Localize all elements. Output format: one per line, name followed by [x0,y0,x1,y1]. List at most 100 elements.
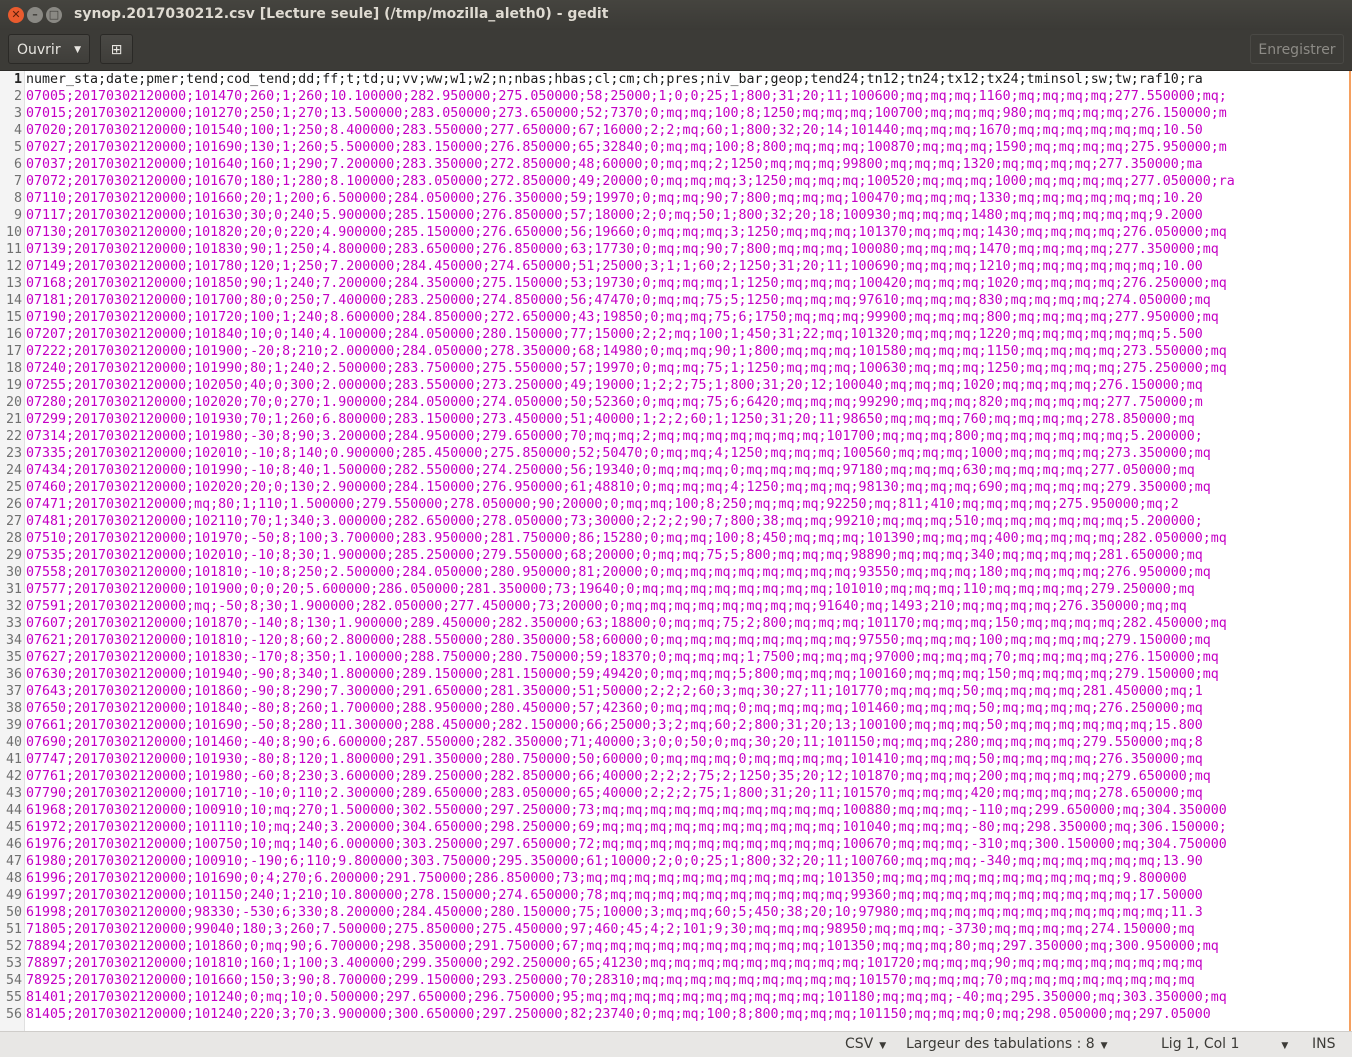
text-line[interactable]: 13 07168;20170302120000;101850;90;1;240;7… [0,275,1349,292]
text-line[interactable]: 26 07471;20170302120000;mq;80;1;110;1.500… [0,496,1349,513]
text-line[interactable]: 37 07643;20170302120000;101860;-90;8;290;… [0,683,1349,700]
line-text[interactable]: 07168;20170302120000;101850;90;1;240;7.2… [26,276,1227,291]
line-text[interactable]: 07027;20170302120000;101690;130;1;260;5.… [26,140,1227,155]
line-text[interactable]: 78925;20170302120000;101660;150;3;90;8.7… [26,973,1195,988]
text-line[interactable]: 8 07110;20170302120000;101660;20;1;200;6.… [0,190,1349,207]
open-button[interactable]: Ouvrir ▼ [8,34,90,64]
line-text[interactable]: 07280;20170302120000;102020;70;0;270;1.9… [26,395,1203,410]
line-text[interactable]: 07110;20170302120000;101660;20;1;200;6.5… [26,191,1203,206]
text-line[interactable]: 31 07577;20170302120000;101900;0;0;20;5.6… [0,581,1349,598]
text-line[interactable]: 15 07190;20170302120000;101720;100;1;240;… [0,309,1349,326]
text-line[interactable]: 16 07207;20170302120000;101840;10;0;140;4… [0,326,1349,343]
line-text[interactable]: 61996;20170302120000;101690;0;4;270;6.20… [26,871,1187,886]
line-text[interactable]: 07577;20170302120000;101900;0;0;20;5.600… [26,582,1195,597]
maximize-window-icon[interactable]: □ [46,7,62,23]
text-line[interactable]: 53 78897;20170302120000;101810;160;1;100;… [0,955,1349,972]
line-text[interactable]: 07627;20170302120000;101830;-170;8;350;1… [26,650,1219,665]
line-text[interactable]: 07558;20170302120000;101810;-10;8;250;2.… [26,565,1211,580]
line-text[interactable]: 07015;20170302120000;101270;250;1;270;13… [26,106,1227,121]
tab-width-selector[interactable]: Largeur des tabulations : 8 ▼ [906,1036,1108,1052]
line-text[interactable]: 07240;20170302120000;101990;80;1;240;2.5… [26,361,1227,376]
line-text[interactable]: 81401;20170302120000;101240;0;mq;10;0.50… [26,990,1227,1005]
text-line[interactable]: 43 07790;20170302120000;101710;-10;0;110;… [0,785,1349,802]
text-line[interactable]: 11 07139;20170302120000;101830;90;1;250;4… [0,241,1349,258]
line-text[interactable]: 61997;20170302120000;101150;240;1;210;10… [26,888,1203,903]
text-line[interactable]: 40 07690;20170302120000;101460;-40;8;90;6… [0,734,1349,751]
text-line[interactable]: 56 81405;20170302120000;101240;220;3;70;3… [0,1006,1349,1023]
text-view[interactable]: 1 numer_sta;date;pmer;tend;cod_tend;dd;ff… [0,71,1349,1023]
line-text[interactable]: 07255;20170302120000;102050;40;0;300;2.0… [26,378,1203,393]
line-text[interactable]: 07020;20170302120000;101540;100;1;250;8.… [26,123,1203,138]
text-line[interactable]: 5 07027;20170302120000;101690;130;1;260;5… [0,139,1349,156]
text-line[interactable]: 24 07434;20170302120000;101990;-10;8;40;1… [0,462,1349,479]
line-text[interactable]: 07747;20170302120000;101930;-80;8;120;1.… [26,752,1203,767]
line-text[interactable]: 07149;20170302120000;101780;120;1;250;7.… [26,259,1203,274]
text-line[interactable]: 18 07240;20170302120000;101990;80;1;240;2… [0,360,1349,377]
line-text[interactable]: 07130;20170302120000;101820;20;0;220;4.9… [26,225,1227,240]
text-line[interactable]: 29 07535;20170302120000;102010;-10;8;30;1… [0,547,1349,564]
text-line[interactable]: 36 07630;20170302120000;101940;-90;8;340;… [0,666,1349,683]
text-line[interactable]: 47 61980;20170302120000;100910;-190;6;110… [0,853,1349,870]
line-text[interactable]: 07761;20170302120000;101980;-60;8;230;3.… [26,769,1211,784]
text-line[interactable]: 41 07747;20170302120000;101930;-80;8;120;… [0,751,1349,768]
line-text[interactable]: 07117;20170302120000;101630;30;0;240;5.9… [26,208,1203,223]
line-text[interactable]: 07005;20170302120000;101470;260;1;260;10… [26,89,1227,104]
text-line[interactable]: 50 61998;20170302120000;98330;-530;6;330;… [0,904,1349,921]
line-text[interactable]: 61972;20170302120000;101110;10;mq;240;3.… [26,820,1227,835]
text-line[interactable]: 22 07314;20170302120000;101980;-30;8;90;3… [0,428,1349,445]
line-text[interactable]: 07335;20170302120000;102010;-10;8;140;0.… [26,446,1211,461]
line-text[interactable]: 07650;20170302120000;101840;-80;8;260;1.… [26,701,1203,716]
text-line[interactable]: 12 07149;20170302120000;101780;120;1;250;… [0,258,1349,275]
text-line[interactable]: 9 07117;20170302120000;101630;30;0;240;5.… [0,207,1349,224]
cursor-position-selector[interactable]: Lig 1, Col 1 ▼ [1161,1036,1288,1052]
text-line[interactable]: 19 07255;20170302120000;102050;40;0;300;2… [0,377,1349,394]
line-text[interactable]: 07661;20170302120000;101690;-50;8;280;11… [26,718,1203,733]
line-text[interactable]: 07607;20170302120000;101870;-140;8;130;1… [26,616,1227,631]
line-text[interactable]: 71805;20170302120000;99040;180;3;260;7.5… [26,922,1195,937]
line-text[interactable]: 07434;20170302120000;101990;-10;8;40;1.5… [26,463,1195,478]
text-editor[interactable]: 1 numer_sta;date;pmer;tend;cod_tend;dd;ff… [0,71,1352,1031]
text-line[interactable]: 21 07299;20170302120000;101930;70;1;260;6… [0,411,1349,428]
text-line[interactable]: 38 07650;20170302120000;101840;-80;8;260;… [0,700,1349,717]
text-line[interactable]: 20 07280;20170302120000;102020;70;0;270;1… [0,394,1349,411]
text-line[interactable]: 6 07037;20170302120000;101640;160;1;290;7… [0,156,1349,173]
text-line[interactable]: 14 07181;20170302120000;101700;80;0;250;7… [0,292,1349,309]
line-text[interactable]: 07314;20170302120000;101980;-30;8;90;3.2… [26,429,1203,444]
line-text[interactable]: 07790;20170302120000;101710;-10;0;110;2.… [26,786,1203,801]
text-line[interactable]: 34 07621;20170302120000;101810;-120;8;60;… [0,632,1349,649]
new-document-button[interactable]: ⊞ [100,34,133,64]
line-text[interactable]: 07643;20170302120000;101860;-90;8;290;7.… [26,684,1203,699]
line-text[interactable]: 07181;20170302120000;101700;80;0;250;7.4… [26,293,1211,308]
line-text[interactable]: 78897;20170302120000;101810;160;1;100;3.… [26,956,1203,971]
minimize-window-icon[interactable]: – [27,7,43,23]
text-line[interactable]: 48 61996;20170302120000;101690;0;4;270;6.… [0,870,1349,887]
text-line[interactable]: 17 07222;20170302120000;101900;-20;8;210;… [0,343,1349,360]
line-text[interactable]: 07460;20170302120000;102020;20;0;130;2.9… [26,480,1211,495]
line-text[interactable]: 07481;20170302120000;102110;70;1;340;3.0… [26,514,1203,529]
close-window-icon[interactable]: ✕ [8,7,24,23]
line-text[interactable]: 78894;20170302120000;101860;0;mq;90;6.70… [26,939,1219,954]
line-text[interactable]: 07037;20170302120000;101640;160;1;290;7.… [26,157,1203,172]
text-line[interactable]: 39 07661;20170302120000;101690;-50;8;280;… [0,717,1349,734]
line-text[interactable]: 07510;20170302120000;101970;-50;8;100;3.… [26,531,1227,546]
text-line[interactable]: 25 07460;20170302120000;102020;20;0;130;2… [0,479,1349,496]
text-line[interactable]: 1 numer_sta;date;pmer;tend;cod_tend;dd;ff… [0,71,1349,88]
text-line[interactable]: 3 07015;20170302120000;101270;250;1;270;1… [0,105,1349,122]
text-line[interactable]: 32 07591;20170302120000;mq;-50;8;30;1.900… [0,598,1349,615]
line-text[interactable]: 07299;20170302120000;101930;70;1;260;6.8… [26,412,1195,427]
line-text[interactable]: 07072;20170302120000;101670;180;1;280;8.… [26,174,1235,189]
line-text[interactable]: 07222;20170302120000;101900;-20;8;210;2.… [26,344,1227,359]
line-text[interactable]: 61980;20170302120000;100910;-190;6;110;9… [26,854,1203,869]
line-text[interactable]: 07535;20170302120000;102010;-10;8;30;1.9… [26,548,1203,563]
text-line[interactable]: 51 71805;20170302120000;99040;180;3;260;7… [0,921,1349,938]
line-text[interactable]: 07690;20170302120000;101460;-40;8;90;6.6… [26,735,1203,750]
text-line[interactable]: 52 78894;20170302120000;101860;0;mq;90;6.… [0,938,1349,955]
text-line[interactable]: 28 07510;20170302120000;101970;-50;8;100;… [0,530,1349,547]
text-line[interactable]: 10 07130;20170302120000;101820;20;0;220;4… [0,224,1349,241]
line-text[interactable]: 81405;20170302120000;101240;220;3;70;3.9… [26,1007,1211,1022]
text-line[interactable]: 33 07607;20170302120000;101870;-140;8;130… [0,615,1349,632]
text-line[interactable]: 35 07627;20170302120000;101830;-170;8;350… [0,649,1349,666]
text-line[interactable]: 7 07072;20170302120000;101670;180;1;280;8… [0,173,1349,190]
text-line[interactable]: 23 07335;20170302120000;102010;-10;8;140;… [0,445,1349,462]
text-line[interactable]: 42 07761;20170302120000;101980;-60;8;230;… [0,768,1349,785]
